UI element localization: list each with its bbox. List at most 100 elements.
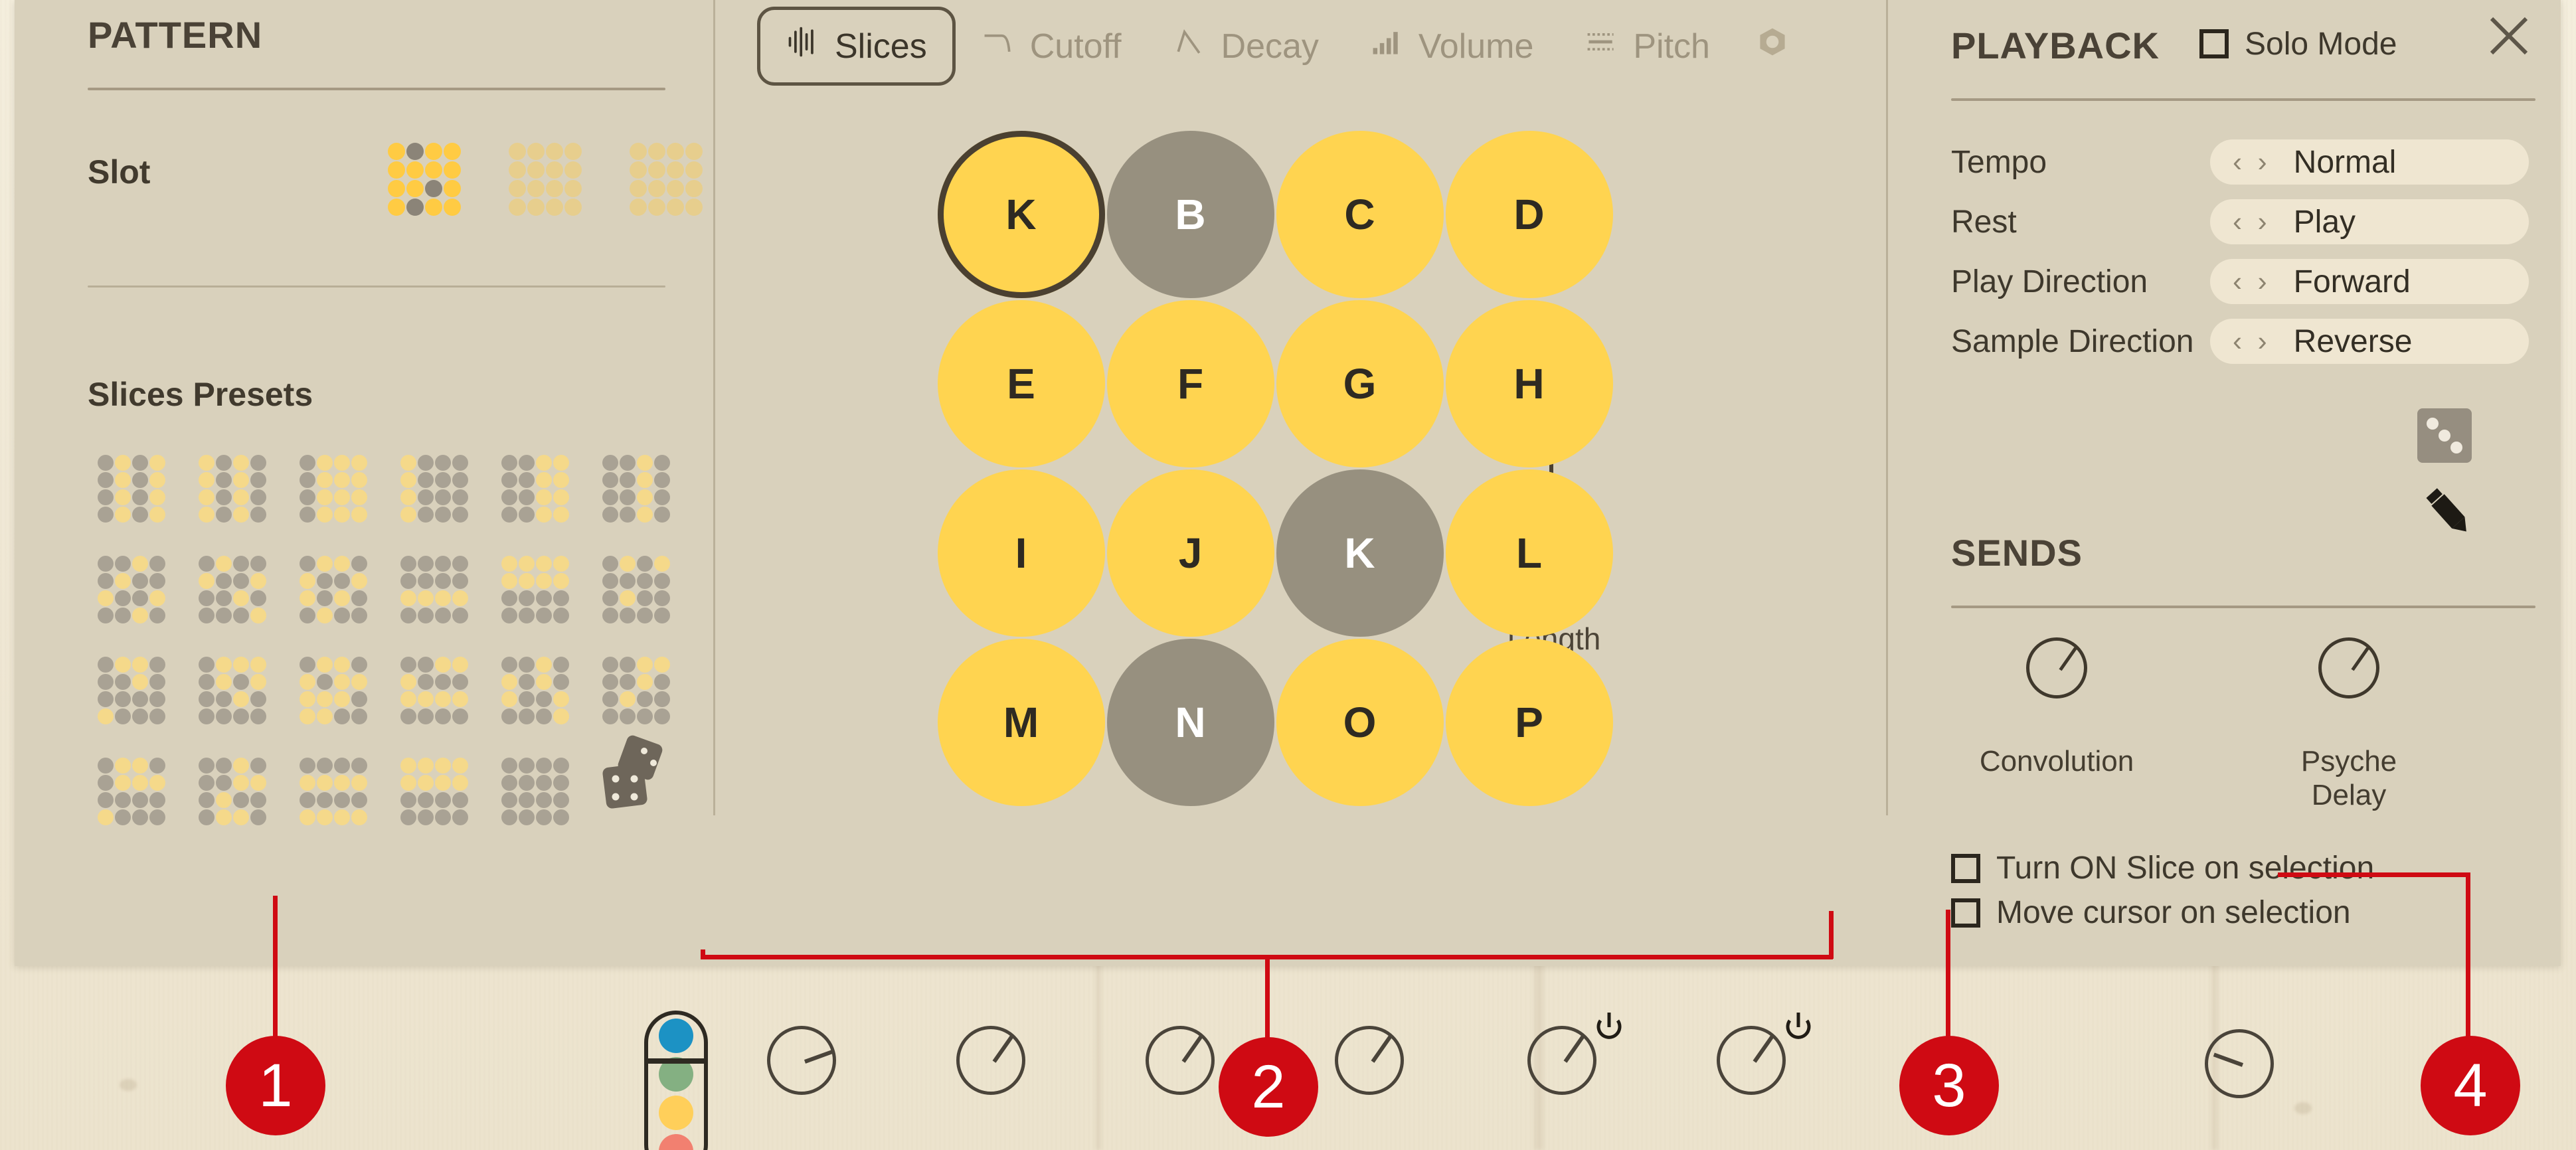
pad-e-4[interactable]: E	[937, 299, 1105, 467]
pattern-dot	[115, 691, 131, 707]
send-knob-convolution[interactable]	[2026, 637, 2087, 698]
pattern-dot	[418, 472, 434, 488]
pad-cell: E	[936, 299, 1106, 468]
preset-thumb-21[interactable]	[283, 741, 384, 842]
tab-decay[interactable]: Decay	[1147, 10, 1344, 82]
pattern-dot	[300, 556, 315, 572]
preset-thumb-17[interactable]	[485, 640, 586, 741]
slot-thumb-3[interactable]	[630, 143, 703, 216]
tab-pitch[interactable]: Pitch	[1559, 10, 1735, 82]
pattern-dot	[199, 775, 215, 791]
preset-thumb-23[interactable]	[485, 741, 586, 842]
param-stepper-tempo[interactable]: ‹ › Normal	[2210, 139, 2529, 185]
send-knob-psyche[interactable]	[2318, 637, 2379, 698]
sends-divider	[1951, 606, 2535, 608]
pad-f-5[interactable]: F	[1106, 299, 1274, 467]
pattern-dot	[115, 708, 131, 724]
pattern-dot	[553, 708, 569, 724]
pad-c-2[interactable]: C	[1276, 130, 1444, 298]
color-dot-yellow[interactable]	[659, 1096, 693, 1130]
preset-thumb-9[interactable]	[283, 539, 384, 640]
pad-i-8[interactable]: I	[937, 469, 1105, 637]
slot-thumb-1[interactable]	[388, 143, 461, 216]
pad-b-1[interactable]: B	[1106, 130, 1274, 298]
param-stepper-play-direction[interactable]: ‹ › Forward	[2210, 259, 2529, 304]
slot-pattern-picker[interactable]	[388, 143, 703, 216]
color-selector[interactable]	[644, 1011, 708, 1150]
preset-thumb-1[interactable]	[81, 438, 182, 539]
pad-grid[interactable]: K B C D E F G H I J K L M N O P	[936, 129, 1614, 807]
preset-thumb-8[interactable]	[182, 539, 283, 640]
preset-thumb-16[interactable]	[384, 640, 485, 741]
pattern-dot	[519, 455, 535, 471]
preset-thumb-2[interactable]	[182, 438, 283, 539]
power-button-1[interactable]	[1594, 1013, 1624, 1047]
preset-thumb-6[interactable]	[586, 438, 687, 539]
pad-m-12[interactable]: M	[937, 638, 1105, 806]
pattern-dot	[115, 455, 131, 471]
stepper-arrows-icon[interactable]: ‹ ›	[2233, 146, 2271, 178]
pattern-dot	[654, 608, 670, 623]
color-dot-blue[interactable]	[659, 1019, 693, 1053]
hw-knob-7[interactable]	[2205, 1029, 2274, 1098]
random-preset-button[interactable]	[599, 734, 679, 813]
preset-thumb-15[interactable]	[283, 640, 384, 741]
pad-k-0[interactable]: K	[937, 130, 1105, 298]
close-button[interactable]	[2484, 11, 2534, 61]
stepper-arrows-icon[interactable]: ‹ ›	[2233, 206, 2271, 238]
preset-thumb-19[interactable]	[81, 741, 182, 842]
pattern-dot	[435, 556, 451, 572]
tab-settings[interactable]	[1735, 10, 1810, 82]
pad-g-6[interactable]: G	[1276, 299, 1444, 467]
editor-tabs[interactable]: Slices Cutoff Decay Volume Pitch	[757, 7, 1810, 86]
tab-cutoff[interactable]: Cutoff	[956, 10, 1147, 82]
hw-knob-2[interactable]	[956, 1026, 1025, 1095]
preset-thumb-11[interactable]	[485, 539, 586, 640]
pad-d-3[interactable]: D	[1445, 130, 1613, 298]
pad-j-9[interactable]: J	[1106, 469, 1274, 637]
hw-knob-3[interactable]	[1146, 1026, 1215, 1095]
pad-label: M	[1003, 698, 1039, 746]
hw-knob-6[interactable]	[1717, 1026, 1786, 1095]
pattern-dot	[199, 792, 215, 808]
preset-thumb-13[interactable]	[81, 640, 182, 741]
pad-n-13[interactable]: N	[1106, 638, 1274, 806]
preset-thumb-5[interactable]	[485, 438, 586, 539]
hw-knob-5[interactable]	[1527, 1026, 1596, 1095]
solo-mode-checkbox[interactable]	[2199, 29, 2229, 58]
power-button-2[interactable]	[1783, 1013, 1814, 1047]
pad-k-10[interactable]: K	[1276, 469, 1444, 637]
preset-thumb-14[interactable]	[182, 640, 283, 741]
preset-thumb-10[interactable]	[384, 539, 485, 640]
solo-mode-row[interactable]: Solo Mode	[2199, 26, 2397, 62]
stepper-arrows-icon[interactable]: ‹ ›	[2233, 266, 2271, 297]
param-stepper-sample-direction[interactable]: ‹ › Reverse	[2210, 319, 2529, 364]
slices-presets-grid[interactable]	[81, 438, 687, 842]
stepper-arrows-icon[interactable]: ‹ ›	[2233, 325, 2271, 357]
pattern-dot	[115, 472, 131, 488]
param-stepper-rest[interactable]: ‹ › Play	[2210, 199, 2529, 244]
pattern-dot	[400, 775, 416, 791]
pad-p-15[interactable]: P	[1445, 638, 1613, 806]
preset-thumb-18[interactable]	[586, 640, 687, 741]
preset-thumb-7[interactable]	[81, 539, 182, 640]
preset-thumb-20[interactable]	[182, 741, 283, 842]
slot-thumb-2[interactable]	[509, 143, 582, 216]
pad-o-14[interactable]: O	[1276, 638, 1444, 806]
pad-h-7[interactable]: H	[1445, 299, 1613, 467]
tab-label: Decay	[1221, 27, 1319, 66]
preset-thumb-4[interactable]	[384, 438, 485, 539]
pattern-dot	[334, 455, 350, 471]
pad-l-11[interactable]: L	[1445, 469, 1613, 637]
tab-volume[interactable]: Volume	[1344, 10, 1559, 82]
tab-slices[interactable]: Slices	[757, 7, 956, 86]
param-value: Reverse	[2293, 323, 2413, 359]
preset-thumb-3[interactable]	[283, 438, 384, 539]
hw-knob-4[interactable]	[1335, 1026, 1404, 1095]
preset-thumb-22[interactable]	[384, 741, 485, 842]
color-dot-red[interactable]	[659, 1134, 693, 1150]
preset-thumb-12[interactable]	[586, 539, 687, 640]
pattern-dot	[400, 507, 416, 523]
hw-knob-1[interactable]	[767, 1026, 836, 1095]
pattern-dot	[317, 708, 333, 724]
